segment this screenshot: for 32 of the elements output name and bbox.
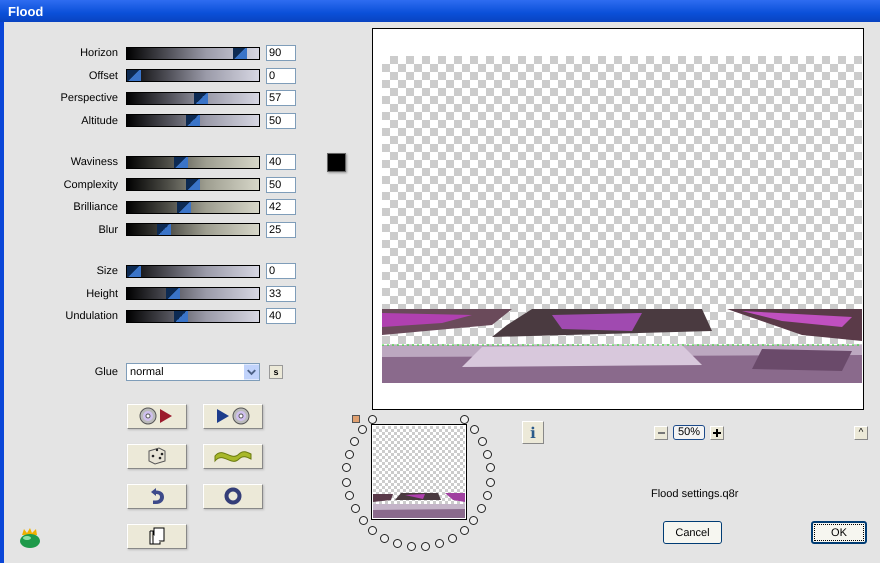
settings-file-name: Flood settings.q8r [651,488,740,500]
slider-label: Blur [97,224,118,236]
value-field[interactable]: 0 [266,68,296,84]
window-title: Flood [8,4,44,18]
glue-dropdown[interactable]: normal [126,362,260,380]
info-button[interactable]: i [522,421,544,444]
slider-label: Undulation [64,310,118,322]
slider-label: Horizon [79,47,118,60]
value-field[interactable]: 25 [266,222,296,238]
slider-label: Height [85,288,118,300]
value-field[interactable]: 42 [266,199,296,216]
dialog-button[interactable]: OK [811,521,867,544]
slider-label: Offset [88,70,118,82]
value-field[interactable]: 40 [266,308,296,324]
slider-label: Perspective [60,92,118,104]
value-field[interactable]: 50 [266,176,296,193]
slider-label: Brilliance [72,201,118,214]
dialog-button[interactable]: Cancel [663,521,722,544]
collapse-button[interactable]: ^ [854,426,868,440]
glue-label: Glue [94,366,118,378]
value-field[interactable]: 57 [266,90,296,106]
value-field[interactable]: 40 [266,154,296,170]
value-field[interactable]: 0 [266,263,296,280]
value-field[interactable]: 50 [266,112,296,129]
s-button[interactable]: s [269,364,283,378]
slider-label: Waviness [70,156,118,168]
slider-label: Complexity [62,178,118,191]
value-field[interactable]: 33 [266,286,296,302]
zoom-level-field[interactable]: 50% [673,425,706,440]
value-field[interactable]: 90 [266,45,296,62]
slider-label: Size [96,265,118,278]
slider-label: Altitude [80,114,118,127]
